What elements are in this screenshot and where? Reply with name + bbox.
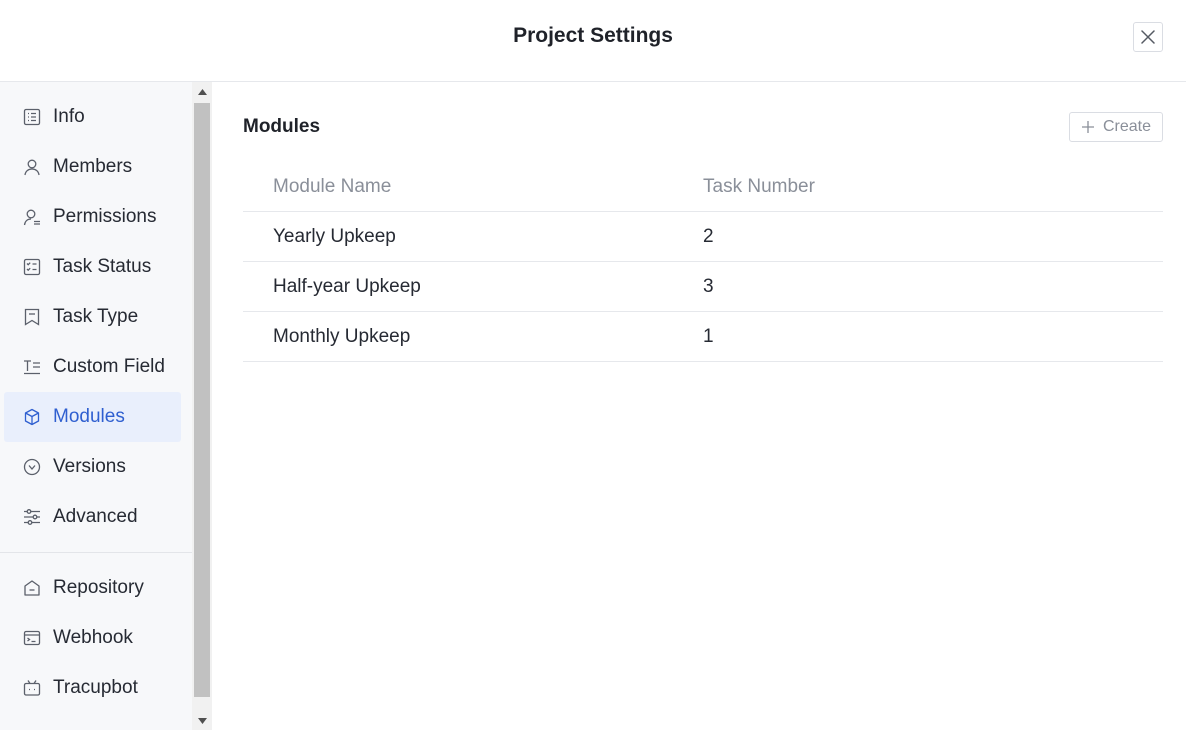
table-row[interactable]: Monthly Upkeep 1 xyxy=(243,312,1163,362)
sidebar-item-members[interactable]: Members xyxy=(4,142,181,192)
sidebar-item-label: Custom Field xyxy=(53,356,165,377)
create-button-label: Create xyxy=(1102,118,1152,135)
sidebar-item-task-type[interactable]: Task Type xyxy=(4,292,181,342)
section-title: Modules xyxy=(243,116,321,137)
module-name-cell: Half-year Upkeep xyxy=(273,276,421,297)
modules-table: Module Name Task Number Yearly Upkeep 2 … xyxy=(243,162,1163,362)
sidebar-item-info[interactable]: Info xyxy=(4,92,181,142)
table-header-row: Module Name Task Number xyxy=(243,162,1163,212)
close-button[interactable] xyxy=(1133,22,1163,52)
settings-sidebar: Info Members Permissions Task Status Tas… xyxy=(0,82,192,730)
sidebar-item-label: Versions xyxy=(53,456,126,477)
terminal-icon xyxy=(22,628,42,648)
chevron-circle-icon xyxy=(22,457,42,477)
create-button[interactable]: Create xyxy=(1069,112,1163,142)
module-name-cell: Monthly Upkeep xyxy=(273,326,411,347)
sidebar-scrollbar[interactable] xyxy=(192,82,212,730)
sidebar-item-modules[interactable]: Modules xyxy=(4,392,181,442)
main-content: Modules Create Module Name Task Number Y… xyxy=(212,82,1186,730)
column-header-module-name[interactable]: Module Name xyxy=(273,162,391,212)
sidebar-item-label: Permissions xyxy=(53,206,157,227)
repository-icon xyxy=(22,578,42,598)
table-row[interactable]: Half-year Upkeep 3 xyxy=(243,262,1163,312)
sidebar-item-label: Tracupbot xyxy=(53,677,138,698)
plus-icon xyxy=(1081,120,1095,134)
dialog-header: Project Settings xyxy=(0,0,1186,82)
sidebar-item-label: Repository xyxy=(53,577,144,598)
sidebar-item-task-status[interactable]: Task Status xyxy=(4,242,181,292)
scrollbar-thumb[interactable] xyxy=(194,103,210,697)
task-number-cell: 2 xyxy=(703,226,714,247)
module-name-cell: Yearly Upkeep xyxy=(273,226,396,247)
sidebar-item-label: Info xyxy=(53,106,85,127)
arrow-down-icon xyxy=(197,718,207,724)
scroll-up-button[interactable] xyxy=(192,82,212,102)
custom-field-icon xyxy=(22,357,42,377)
sidebar-item-repository[interactable]: Repository xyxy=(4,563,181,613)
sidebar-item-custom-field[interactable]: Custom Field xyxy=(4,342,181,392)
arrow-up-icon xyxy=(197,89,207,95)
sidebar-divider xyxy=(0,552,192,553)
sidebar-item-label: Webhook xyxy=(53,627,133,648)
sliders-icon xyxy=(22,507,42,527)
user-icon xyxy=(22,157,42,177)
sidebar-item-webhook[interactable]: Webhook xyxy=(4,613,181,663)
task-number-cell: 1 xyxy=(703,326,714,347)
close-icon xyxy=(1141,30,1155,44)
column-header-task-number[interactable]: Task Number xyxy=(703,162,815,212)
info-list-icon xyxy=(22,107,42,127)
table-row[interactable]: Yearly Upkeep 2 xyxy=(243,212,1163,262)
cube-icon xyxy=(22,407,42,427)
sidebar-item-label: Task Type xyxy=(53,306,139,327)
page-title: Project Settings xyxy=(513,24,673,47)
sidebar-item-label: Advanced xyxy=(53,506,138,527)
task-status-icon xyxy=(22,257,42,277)
task-number-cell: 3 xyxy=(703,276,714,297)
bookmark-icon xyxy=(22,307,42,327)
user-permission-icon xyxy=(22,207,42,227)
sidebar-item-label: Members xyxy=(53,156,133,177)
sidebar-item-label: Modules xyxy=(53,406,125,427)
sidebar-item-tracupbot[interactable]: Tracupbot xyxy=(4,663,181,713)
sidebar-item-advanced[interactable]: Advanced xyxy=(4,492,181,542)
sidebar-item-versions[interactable]: Versions xyxy=(4,442,181,492)
bot-icon xyxy=(22,678,42,698)
sidebar-item-label: Task Status xyxy=(53,256,152,277)
scroll-down-button[interactable] xyxy=(192,712,212,730)
sidebar-item-permissions[interactable]: Permissions xyxy=(4,192,181,242)
